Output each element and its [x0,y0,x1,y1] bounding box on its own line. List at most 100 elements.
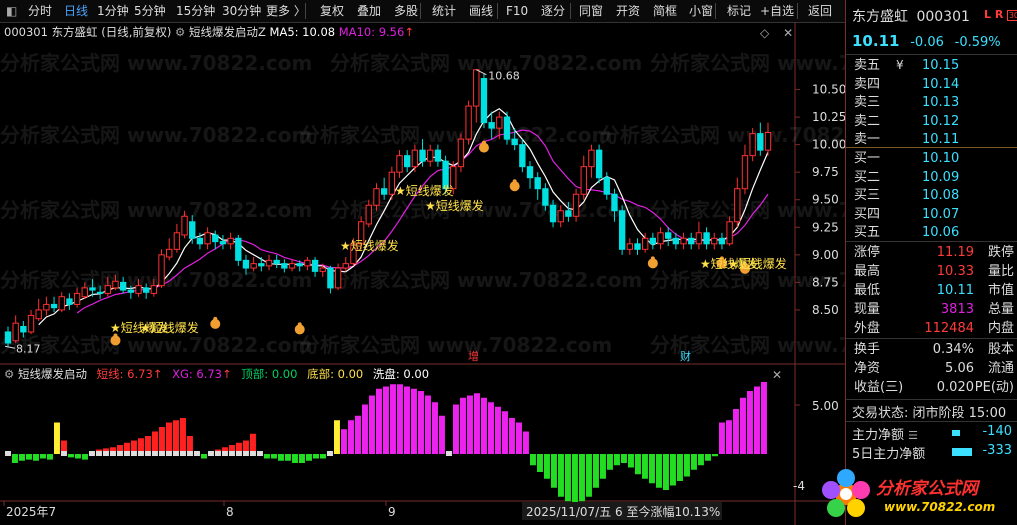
candle-body[interactable] [496,116,503,129]
candle-body[interactable] [434,149,442,162]
toolbar-item-11[interactable]: 画线 [469,3,493,19]
candle-body[interactable] [104,285,111,294]
candle-body[interactable] [181,215,188,236]
candle-body[interactable] [204,232,211,245]
candle-body[interactable] [665,232,672,239]
toolbar-item-13[interactable]: 逐分 [541,3,565,19]
candle-body[interactable] [473,69,480,107]
candle-body[interactable] [112,280,119,289]
bid-row[interactable]: 买五 10.06 [854,223,1014,242]
candle-body[interactable] [549,204,557,223]
candle-body[interactable] [380,188,388,195]
candle-body[interactable] [488,122,495,129]
sub-indicator-name[interactable]: 短线爆发启动 [18,367,87,381]
toolbar-item-8[interactable]: 叠加 [357,3,381,19]
candle-body[interactable] [503,116,511,140]
candle-body[interactable] [411,149,419,168]
candle-body[interactable] [688,237,695,245]
indicator-name[interactable]: 短线爆发启动Z [189,25,266,39]
toolbar-item-17[interactable]: 小窗 [689,3,713,19]
toolbar-item-20[interactable]: 返回 [808,3,832,19]
candle-body[interactable] [73,292,81,305]
candle-body[interactable] [288,263,296,269]
candle-body[interactable] [119,281,127,291]
candle-body[interactable] [327,267,334,289]
candle-body[interactable] [764,132,772,151]
ask-row[interactable]: 卖五 ¥10.15 [854,56,1014,75]
close-icon[interactable]: ✕ [783,26,793,40]
candle-body[interactable] [572,193,580,217]
candle-body[interactable] [373,188,380,206]
candle-body[interactable] [296,263,303,267]
toolbar-item-12[interactable]: F10 [506,3,528,19]
candle-body[interactable] [526,166,534,179]
candle-body[interactable] [242,259,250,269]
candle-body[interactable] [189,221,196,239]
candle-body[interactable] [35,309,42,320]
layout-toggle-icon[interactable]: ◧ [6,3,17,19]
candle-body[interactable] [235,237,242,261]
ask-row[interactable]: 卖四 10.14 [854,75,1014,94]
candle-body[interactable] [618,210,626,250]
candle-body[interactable] [96,291,104,294]
ask-row[interactable]: 卖三 10.13 [854,93,1014,112]
candle-body[interactable] [250,263,257,269]
toolbar-item-16[interactable]: 简框 [653,3,677,19]
candle-body[interactable] [127,289,135,293]
candle-body[interactable] [419,149,426,162]
candle-body[interactable] [66,298,73,305]
candle-body[interactable] [273,259,280,265]
candle-body[interactable] [588,149,595,168]
candle-body[interactable] [404,155,411,168]
candle-body[interactable] [81,287,88,298]
candle-body[interactable] [657,232,664,245]
candle-body[interactable] [580,166,587,195]
candle-body[interactable] [212,234,219,243]
candle-body[interactable] [634,243,641,250]
toolbar-item-4[interactable]: 15分钟 [176,3,215,19]
candle-body[interactable] [480,78,488,124]
candle-body[interactable] [158,254,165,287]
candle-body[interactable] [718,237,726,245]
candle-body[interactable] [726,221,733,245]
candle-body[interactable] [342,263,349,269]
candle-body[interactable] [319,267,326,272]
candle-body[interactable] [641,237,649,250]
bid-row[interactable]: 买四 10.07 [854,205,1014,224]
candle-body[interactable] [227,237,234,245]
bid-row[interactable]: 买一 10.10 [854,149,1014,168]
settings-gear-icon[interactable]: ⚙ [175,25,185,39]
candle-body[interactable] [265,259,273,267]
candle-body[interactable] [135,285,142,294]
list-icon[interactable]: ☰ [908,429,918,442]
candle-body[interactable] [626,243,634,250]
toolbar-item-14[interactable]: 同窗 [579,3,603,19]
candle-body[interactable] [649,237,657,245]
candle-body[interactable] [388,171,396,195]
toolbar-item-1[interactable]: 日线 [64,3,88,19]
candle-body[interactable] [695,232,703,245]
candle-body[interactable] [711,237,718,245]
candle-body[interactable] [465,105,472,140]
candle-body[interactable] [311,259,319,272]
toolbar-item-9[interactable]: 多股 [394,3,418,19]
toolbar-item-0[interactable]: 分时 [28,3,52,19]
candle-body[interactable] [166,248,173,258]
candle-body[interactable] [457,138,465,168]
candle-body[interactable] [4,331,12,344]
candle-body[interactable] [427,149,434,162]
sub-gear-icon[interactable]: ⚙ [4,367,14,381]
toolbar-item-7[interactable]: 复权 [320,3,344,19]
candle-body[interactable] [542,188,549,206]
kline-chart[interactable]: 分析家公式网 www.70822.com 分析家公式网 www.70822.com… [0,22,845,525]
candle-body[interactable] [334,267,342,289]
toolbar-item-5[interactable]: 30分钟 [222,3,261,19]
candle-body[interactable] [741,155,749,190]
candle-body[interactable] [557,210,564,223]
candle-body[interactable] [258,263,265,267]
candle-body[interactable] [142,287,150,293]
candle-body[interactable] [734,188,741,223]
candle-body[interactable] [757,133,764,151]
toolbar-item-19[interactable]: +自选 [760,3,794,19]
candle-body[interactable] [219,241,227,245]
